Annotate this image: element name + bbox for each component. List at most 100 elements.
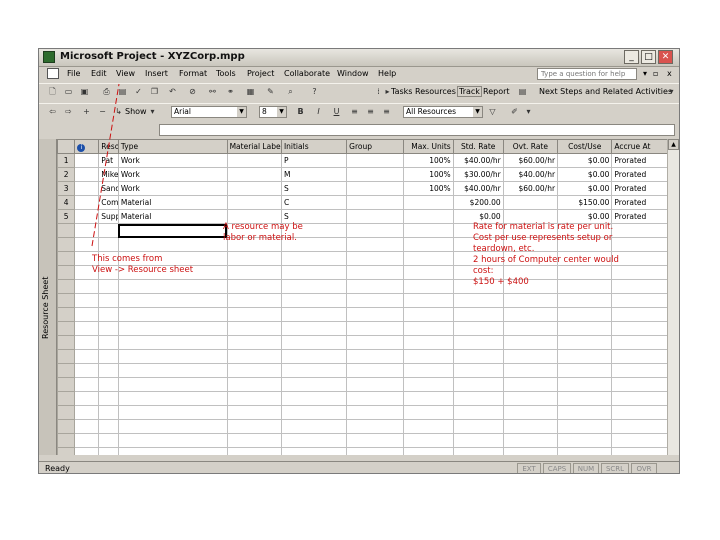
zoom-icon[interactable]: ⌕ xyxy=(285,87,296,97)
cell-max-units[interactable] xyxy=(402,405,454,420)
header-id[interactable] xyxy=(57,139,76,154)
help-search-input[interactable]: Type a question for help xyxy=(537,68,637,80)
cell-ovt-rate[interactable] xyxy=(502,335,559,350)
cell-type[interactable] xyxy=(117,321,228,336)
cell-accrue-at[interactable] xyxy=(611,265,667,280)
split-icon[interactable]: ⚭ xyxy=(225,87,236,97)
wizard-dropdown-icon[interactable]: ▾ xyxy=(523,107,534,117)
cell-std-rate[interactable]: $200.00 xyxy=(452,195,504,210)
report-button[interactable]: Report xyxy=(483,87,510,96)
empty-row[interactable] xyxy=(57,419,667,434)
cell-ovt-rate[interactable] xyxy=(502,433,559,448)
cell-cost-use[interactable] xyxy=(557,307,613,322)
remove-icon[interactable]: − xyxy=(97,107,108,117)
font-size-select[interactable]: 8 ▼ xyxy=(259,106,287,118)
menu-insert[interactable]: Insert xyxy=(145,69,168,78)
cell-material-label[interactable] xyxy=(226,181,282,196)
empty-row[interactable] xyxy=(57,447,667,455)
cell-std-rate[interactable] xyxy=(452,349,504,364)
cell-material-label[interactable] xyxy=(226,447,282,455)
close-button[interactable]: ✕ xyxy=(658,50,673,64)
cell-resource-name[interactable] xyxy=(98,447,119,455)
cell-std-rate[interactable] xyxy=(452,405,504,420)
cell-group[interactable] xyxy=(346,279,404,294)
cell-type[interactable] xyxy=(117,307,228,322)
header-cost-use[interactable]: Cost/Use xyxy=(557,139,613,154)
empty-row[interactable] xyxy=(57,363,667,378)
row-header-cell[interactable] xyxy=(57,405,76,420)
spelling-icon[interactable]: ✓ xyxy=(133,87,144,97)
cell-material-label[interactable] xyxy=(226,153,282,168)
header-max-units[interactable]: Max. Units xyxy=(402,139,454,154)
cell-group[interactable] xyxy=(346,223,404,238)
cell-material-label[interactable] xyxy=(226,167,282,182)
empty-row[interactable] xyxy=(57,391,667,406)
menu-collaborate[interactable]: Collaborate xyxy=(284,69,330,78)
save-icon[interactable]: ▣ xyxy=(79,87,90,97)
cell-initials[interactable] xyxy=(280,363,348,378)
cell-accrue-at[interactable] xyxy=(611,335,667,350)
cell-resource-name[interactable] xyxy=(98,321,119,336)
cell-type[interactable]: Material xyxy=(117,209,228,224)
cell-max-units[interactable] xyxy=(402,363,454,378)
menu-format[interactable]: Format xyxy=(179,69,207,78)
cell-std-rate[interactable] xyxy=(452,391,504,406)
cell-cost-use[interactable] xyxy=(557,433,613,448)
track-button[interactable]: Track xyxy=(457,86,482,97)
row-header-cell[interactable] xyxy=(57,279,76,294)
header-initials[interactable]: Initials xyxy=(280,139,348,154)
cell-cost-use[interactable]: $150.00 xyxy=(557,195,613,210)
cell-initials[interactable]: P xyxy=(280,153,348,168)
scroll-left-icon[interactable]: ⇦ xyxy=(47,107,58,117)
cell-max-units[interactable] xyxy=(402,237,454,252)
cell-ovt-rate[interactable] xyxy=(502,391,559,406)
underline-button[interactable]: U xyxy=(331,107,342,117)
scroll-right-icon[interactable]: ⇨ xyxy=(63,107,74,117)
cell-group[interactable] xyxy=(346,335,404,350)
cell-material-label[interactable] xyxy=(226,377,282,392)
menu-edit[interactable]: Edit xyxy=(91,69,107,78)
cell-type[interactable] xyxy=(117,391,228,406)
row-header-cell[interactable]: 1 xyxy=(57,153,76,168)
vertical-scrollbar[interactable]: ▲ ▼ xyxy=(667,139,679,455)
cell-cost-use[interactable] xyxy=(557,391,613,406)
cell-resource-name[interactable] xyxy=(98,237,119,252)
header-ovt-rate[interactable]: Ovt. Rate xyxy=(502,139,559,154)
cell-std-rate[interactable] xyxy=(452,293,504,308)
cell-max-units[interactable] xyxy=(402,391,454,406)
cell-initials[interactable] xyxy=(280,335,348,350)
cell-initials[interactable]: S xyxy=(280,181,348,196)
cell-indicator[interactable] xyxy=(74,419,100,434)
cell-group[interactable] xyxy=(346,433,404,448)
cell-type[interactable] xyxy=(117,363,228,378)
header-accrue-at[interactable]: Accrue At xyxy=(611,139,667,154)
menu-window[interactable]: Window xyxy=(337,69,369,78)
cell-accrue-at[interactable] xyxy=(611,223,667,238)
table-row[interactable]: 3 SandyWork S 100%$40.00/hr$60.00/hr$0.00Pr… xyxy=(57,181,667,196)
cell-accrue-at[interactable] xyxy=(611,419,667,434)
task-info-icon[interactable]: ▦ xyxy=(245,87,256,97)
row-header-cell[interactable]: 3 xyxy=(57,181,76,196)
cell-initials[interactable] xyxy=(280,293,348,308)
help-dropdown-icon[interactable]: ▾ xyxy=(643,69,647,78)
cell-material-label[interactable] xyxy=(226,405,282,420)
cell-group[interactable] xyxy=(346,167,404,182)
cell-ovt-rate[interactable] xyxy=(502,321,559,336)
cell-max-units[interactable] xyxy=(402,293,454,308)
cell-cost-use[interactable] xyxy=(557,321,613,336)
cell-indicator[interactable] xyxy=(74,307,100,322)
cell-material-label[interactable] xyxy=(226,265,282,280)
cell-group[interactable] xyxy=(346,419,404,434)
empty-row[interactable] xyxy=(57,349,667,364)
cell-accrue-at[interactable] xyxy=(611,433,667,448)
cell-initials[interactable] xyxy=(280,433,348,448)
cell-resource-name[interactable]: Pat xyxy=(98,153,119,168)
cell-material-label[interactable] xyxy=(226,321,282,336)
cell-accrue-at[interactable] xyxy=(611,293,667,308)
cell-resource-name[interactable] xyxy=(98,307,119,322)
cell-indicator[interactable] xyxy=(74,433,100,448)
cell-indicator[interactable] xyxy=(74,223,100,238)
cell-group[interactable] xyxy=(346,153,404,168)
filter-select[interactable]: All Resources ▼ xyxy=(403,106,483,118)
cell-initials[interactable] xyxy=(280,307,348,322)
